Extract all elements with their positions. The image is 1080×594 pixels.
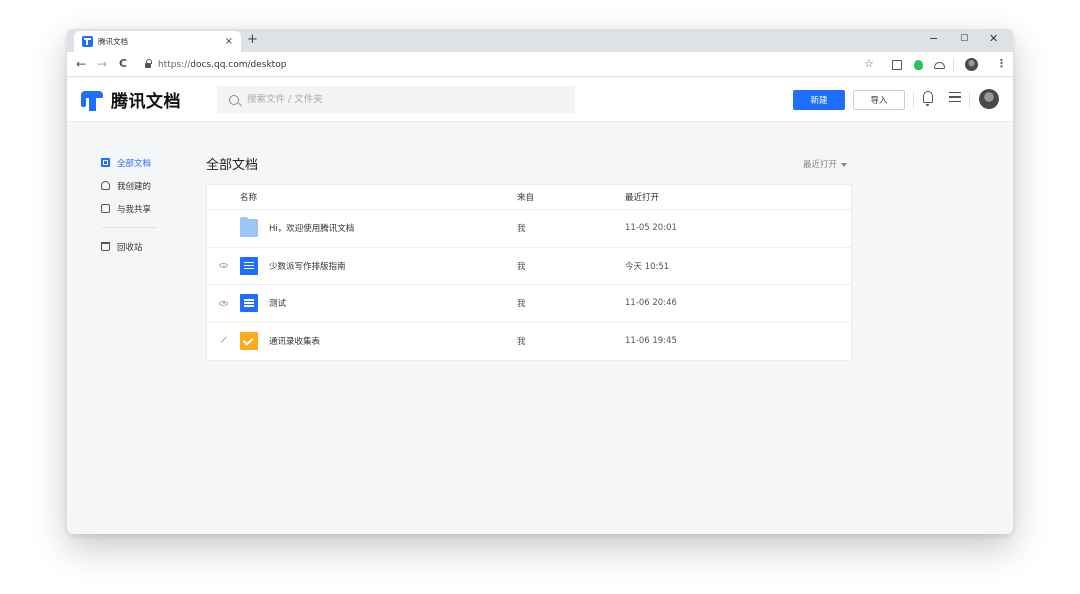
view-only-icon	[219, 300, 228, 306]
row-time: 11-06 20:46	[625, 298, 677, 309]
doc-icon	[240, 294, 258, 313]
row-time: 11-06 19:45	[625, 336, 677, 347]
column-header-name[interactable]: 名称	[240, 191, 517, 203]
doc-icon	[240, 256, 258, 275]
browser-tab[interactable]: 腾讯文档 ×	[74, 31, 241, 52]
row-from: 我	[517, 299, 526, 310]
save-extension-icon[interactable]	[892, 60, 902, 70]
sidebar-item-shared-with-me[interactable]: 与我共享	[101, 197, 201, 220]
user-avatar[interactable]	[979, 89, 999, 109]
menu-icon[interactable]	[949, 92, 961, 102]
sidebar-item-label: 全部文档	[117, 158, 152, 169]
browser-menu-icon[interactable]: ⋮	[996, 57, 1007, 70]
lock-icon	[145, 59, 152, 68]
minimize-icon[interactable]: −	[929, 32, 938, 45]
restore-icon[interactable]: ▢	[960, 33, 969, 43]
row-name: 测试	[269, 299, 287, 310]
edit-pencil-icon	[220, 336, 227, 344]
address-bar: ← → C https://docs.qq.com/desktop ☆ ⋮	[67, 52, 1013, 77]
search-box[interactable]	[217, 86, 575, 113]
sidebar-divider	[102, 227, 157, 228]
docs-icon	[101, 158, 110, 167]
new-tab-button[interactable]: +	[247, 32, 258, 47]
table-row[interactable]: 通讯录收集表 我 11-06 19:45	[207, 323, 851, 361]
sidebar-item-trash[interactable]: 回收站	[101, 235, 201, 258]
close-window-icon[interactable]: ✕	[989, 32, 998, 45]
tencent-docs-logo-icon	[81, 89, 103, 111]
url-field[interactable]: https://docs.qq.com/desktop	[137, 55, 963, 74]
person-icon	[101, 181, 110, 190]
table-row[interactable]: 测试 我 11-06 20:46	[207, 285, 851, 323]
caret-down-icon	[841, 162, 848, 167]
sidebar: 全部文档 我创建的 与我共享 回收站	[101, 151, 201, 258]
row-from: 我	[517, 261, 526, 272]
row-from: 我	[517, 337, 526, 348]
trash-icon	[101, 242, 110, 251]
import-button[interactable]: 导入	[853, 90, 905, 110]
row-name: 少数派写作排版指南	[269, 261, 346, 272]
notification-bell-icon[interactable]	[923, 91, 933, 106]
back-icon[interactable]: ←	[76, 57, 86, 71]
row-name: Hi，欢迎使用腾讯文档	[269, 224, 355, 235]
header-divider	[913, 92, 914, 108]
url-text: https://docs.qq.com/desktop	[158, 59, 287, 70]
page-title: 全部文档	[206, 158, 259, 173]
sort-dropdown[interactable]: 最近打开	[803, 158, 848, 170]
search-icon	[229, 94, 239, 105]
folder-icon	[240, 217, 258, 238]
row-name: 通讯录收集表	[269, 337, 321, 348]
cloud-extension-icon[interactable]	[934, 62, 945, 69]
form-checkbox-icon	[240, 332, 258, 351]
row-time: 今天 10:51	[625, 261, 670, 272]
share-icon	[101, 204, 110, 213]
view-only-icon	[219, 263, 228, 269]
toolbar-divider	[953, 59, 954, 71]
row-time: 11-05 20:01	[625, 223, 677, 234]
tab-title: 腾讯文档	[98, 37, 128, 46]
bookmark-star-icon[interactable]: ☆	[864, 57, 874, 70]
document-table: 名称 来自 最近打开 Hi，欢迎使用腾讯文档 我 11-05 20:01 少数派…	[206, 184, 852, 361]
search-input[interactable]	[247, 94, 547, 105]
tab-close-icon[interactable]: ×	[225, 36, 233, 47]
browser-window: 腾讯文档 × + − ▢ ✕ ← → C https://docs.qq.com…	[67, 29, 1013, 534]
row-from: 我	[517, 224, 526, 235]
sidebar-item-label: 与我共享	[117, 204, 152, 215]
tencent-docs-favicon-icon	[82, 36, 93, 47]
column-header-time[interactable]: 最近打开	[625, 191, 851, 203]
table-header: 名称 来自 最近打开	[207, 185, 851, 210]
sidebar-item-label: 我创建的	[117, 181, 152, 192]
header-divider	[969, 92, 970, 108]
tab-strip: 腾讯文档 × + − ▢ ✕	[67, 29, 1013, 52]
logo-text: 腾讯文档	[111, 92, 181, 112]
new-button[interactable]: 新建	[793, 90, 845, 110]
sidebar-item-created-by-me[interactable]: 我创建的	[101, 174, 201, 197]
logo[interactable]: 腾讯文档	[81, 87, 181, 112]
table-row[interactable]: 少数派写作排版指南 我 今天 10:51	[207, 248, 851, 285]
sort-label: 最近打开	[803, 160, 838, 170]
app-header: 腾讯文档 新建 导入	[67, 78, 1013, 122]
forward-icon[interactable]: →	[97, 57, 107, 71]
evernote-extension-icon[interactable]	[914, 60, 923, 70]
profile-avatar-icon[interactable]	[965, 58, 978, 71]
reload-icon[interactable]: C	[119, 57, 127, 70]
sidebar-item-label: 回收站	[117, 242, 143, 253]
column-header-from: 来自	[517, 193, 535, 203]
table-row[interactable]: Hi，欢迎使用腾讯文档 我 11-05 20:01	[207, 210, 851, 248]
sidebar-item-all-docs[interactable]: 全部文档	[101, 151, 201, 174]
